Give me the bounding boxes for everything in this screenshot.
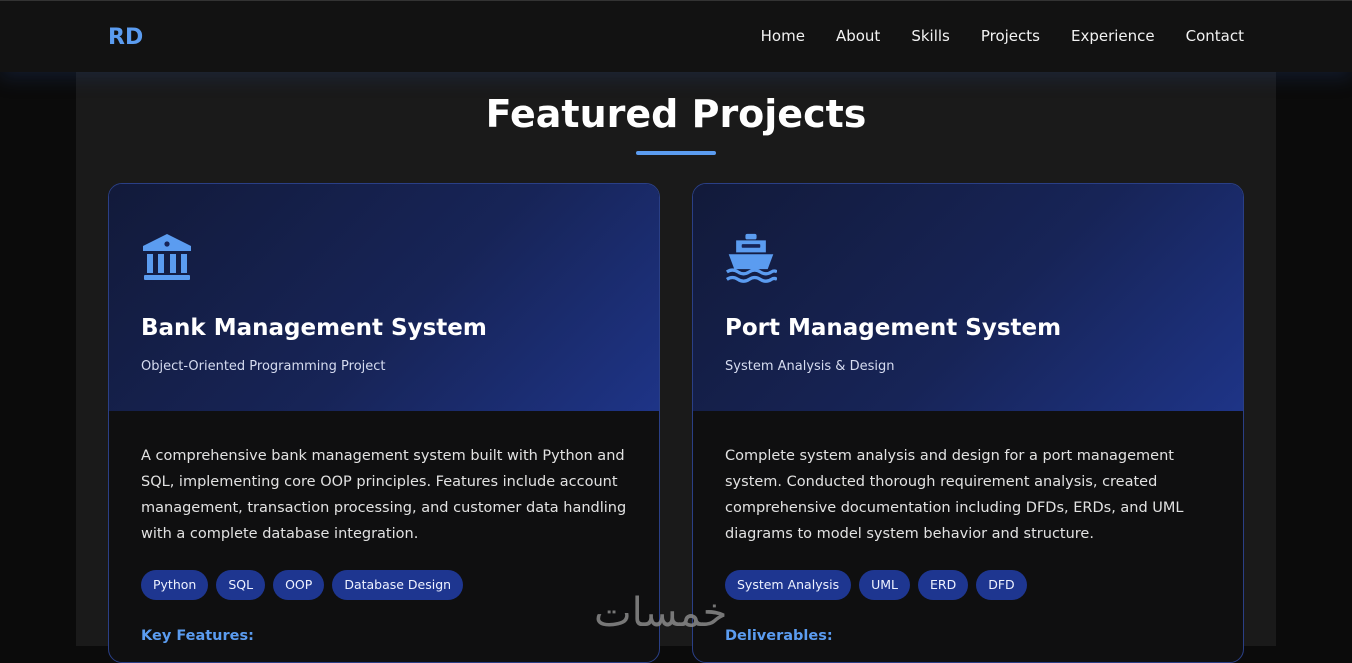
deliverables-heading: Deliverables:: [725, 628, 833, 644]
card-subtitle: System Analysis & Design: [725, 359, 895, 374]
nav-link-home[interactable]: Home: [761, 27, 805, 45]
tag-dfd: DFD: [976, 570, 1027, 600]
tag-uml: UML: [859, 570, 910, 600]
watermark-logo: خمسات: [594, 590, 728, 636]
tag-system-analysis: System Analysis: [725, 570, 852, 600]
logo[interactable]: RD: [108, 25, 143, 50]
tag-database-design: Database Design: [332, 570, 464, 600]
project-card-port[interactable]: Port Management System System Analysis &…: [692, 183, 1244, 663]
tag-sql: SQL: [216, 570, 266, 600]
title-underline: [636, 151, 716, 155]
card-header: Port Management System System Analysis &…: [693, 184, 1243, 411]
nav-link-skills[interactable]: Skills: [911, 27, 950, 45]
ship-icon: [725, 233, 777, 283]
card-header: Bank Management System Object-Oriented P…: [109, 184, 659, 411]
card-description: Complete system analysis and design for …: [725, 448, 1184, 542]
nav-links: Home About Skills Projects Experience Co…: [761, 27, 1244, 45]
nav-link-contact[interactable]: Contact: [1186, 27, 1244, 45]
tag-python: Python: [141, 570, 209, 600]
card-title: Port Management System: [725, 315, 1062, 341]
nav-link-about[interactable]: About: [836, 27, 880, 45]
nav-link-projects[interactable]: Projects: [981, 27, 1040, 45]
project-card-bank[interactable]: Bank Management System Object-Oriented P…: [108, 183, 660, 663]
key-features-heading: Key Features:: [141, 628, 254, 644]
navbar: RD Home About Skills Projects Experience…: [0, 0, 1352, 72]
tag-list: System Analysis UML ERD DFD: [725, 570, 1027, 600]
bank-icon: [143, 234, 191, 280]
card-subtitle: Object-Oriented Programming Project: [141, 359, 386, 374]
tag-erd: ERD: [918, 570, 969, 600]
card-description: A comprehensive bank management system b…: [141, 448, 627, 542]
tag-list: Python SQL OOP Database Design: [141, 570, 464, 600]
nav-link-experience[interactable]: Experience: [1071, 27, 1155, 45]
section-title: Featured Projects: [485, 92, 867, 136]
tag-oop: OOP: [273, 570, 325, 600]
card-title: Bank Management System: [141, 315, 487, 341]
